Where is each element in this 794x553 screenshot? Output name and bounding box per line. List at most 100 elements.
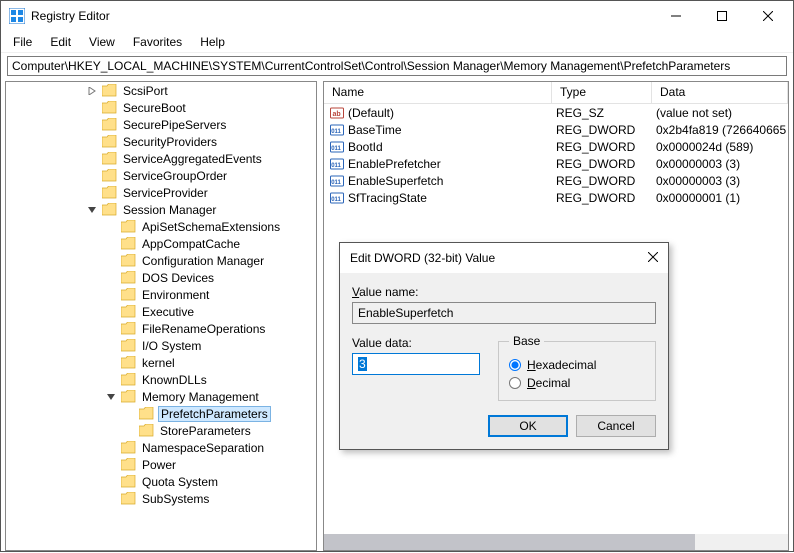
tree-node[interactable]: ServiceProvider [6,184,316,201]
address-input[interactable]: Computer\HKEY_LOCAL_MACHINE\SYSTEM\Curre… [7,56,787,76]
tree-scroll[interactable]: ScsiPortSecureBootSecurePipeServers Secur… [6,82,316,550]
chevron-icon[interactable] [86,206,98,214]
tree-node[interactable]: KnownDLLs [6,371,316,388]
horizontal-scrollbar[interactable] [324,534,788,550]
tree-node[interactable]: AppCompatCache [6,235,316,252]
tree-node-label: Quota System [140,475,220,489]
menu-favorites[interactable]: Favorites [125,33,190,51]
tree-node-label: DOS Devices [140,271,216,285]
col-data[interactable]: Data [652,82,788,103]
value-type: REG_DWORD [552,140,652,154]
tree-node[interactable]: ServiceGroupOrder [6,167,316,184]
col-type[interactable]: Type [552,82,652,103]
radio-hexadecimal-input[interactable] [509,359,521,371]
folder-icon [102,118,117,131]
table-row[interactable]: 011BootIdREG_DWORD0x0000024d (589) [324,138,788,155]
tree-node[interactable]: Executive [6,303,316,320]
tree-node[interactable]: Power [6,456,316,473]
tree-node[interactable]: kernel [6,354,316,371]
value-name: (Default) [348,106,394,120]
svg-text:011: 011 [331,146,341,152]
address-bar: Computer\HKEY_LOCAL_MACHINE\SYSTEM\Curre… [1,53,793,79]
folder-icon [121,390,136,403]
value-data-label: Value data: [352,334,480,350]
chevron-icon[interactable] [105,393,117,401]
tree-node[interactable]: ScsiPort [6,82,316,99]
menu-file[interactable]: File [5,33,40,51]
folder-icon [102,203,117,216]
dword-value-icon: 011 [330,140,344,154]
radio-hexadecimal[interactable]: Hexadecimal [509,358,645,372]
folder-icon [121,288,136,301]
maximize-button[interactable] [699,1,745,31]
tree-node[interactable]: I/O System [6,337,316,354]
tree-node-label: SecurityProviders [121,135,219,149]
tree-node[interactable]: Environment [6,286,316,303]
tree-node[interactable]: Session Manager [6,201,316,218]
tree-node[interactable]: SecurityProviders [6,133,316,150]
table-row[interactable]: 011EnablePrefetcherREG_DWORD0x00000003 (… [324,155,788,172]
menu-help[interactable]: Help [192,33,233,51]
table-row[interactable]: ab(Default)REG_SZ(value not set) [324,104,788,121]
tree-node[interactable]: NamespaceSeparation [6,439,316,456]
folder-icon [121,220,136,233]
svg-text:011: 011 [331,180,341,186]
tree-node[interactable]: Quota System [6,473,316,490]
tree-node[interactable]: PrefetchParameters [6,405,316,422]
window-title: Registry Editor [31,9,653,23]
tree-node-label: ServiceGroupOrder [121,169,229,183]
tree-node-label: FileRenameOperations [140,322,267,336]
value-name-field[interactable]: EnableSuperfetch [352,302,656,324]
dialog-title-bar[interactable]: Edit DWORD (32-bit) Value [340,243,668,273]
dialog-close-button[interactable] [618,251,658,265]
value-data: 0x0000024d (589) [652,140,788,154]
cancel-button[interactable]: Cancel [576,415,656,437]
dword-value-icon: 011 [330,157,344,171]
tree-node-label: StoreParameters [158,424,253,438]
value-data-input[interactable]: 3 [352,353,480,375]
tree-node-label: SubSystems [140,492,211,506]
value-name: EnableSuperfetch [348,174,443,188]
tree-node-label: Memory Management [140,390,261,404]
tree-node-label: KnownDLLs [140,373,209,387]
close-button[interactable] [745,1,791,31]
tree-node[interactable]: Configuration Manager [6,252,316,269]
table-row[interactable]: 011EnableSuperfetchREG_DWORD0x00000003 (… [324,172,788,189]
chevron-icon[interactable] [86,87,98,95]
tree-node[interactable]: SecureBoot [6,99,316,116]
tree-node[interactable]: SubSystems [6,490,316,507]
table-row[interactable]: 011SfTracingStateREG_DWORD0x00000001 (1) [324,189,788,206]
tree-node[interactable]: FileRenameOperations [6,320,316,337]
title-bar: Registry Editor [1,1,793,31]
tree-node[interactable]: StoreParameters [6,422,316,439]
minimize-button[interactable] [653,1,699,31]
list-header: Name Type Data [324,82,788,104]
tree-node-label: Configuration Manager [140,254,266,268]
value-data: 0x00000001 (1) [652,191,788,205]
table-row[interactable]: 011BaseTimeREG_DWORD0x2b4fa819 (72664066… [324,121,788,138]
folder-icon [121,271,136,284]
svg-text:011: 011 [331,197,341,203]
tree-node[interactable]: SecurePipeServers [6,116,316,133]
folder-icon [121,237,136,250]
folder-icon [139,407,154,420]
folder-icon [121,254,136,267]
tree-node[interactable]: ServiceAggregatedEvents [6,150,316,167]
radio-decimal-input[interactable] [509,377,521,389]
tree-node[interactable]: DOS Devices [6,269,316,286]
edit-dword-dialog: Edit DWORD (32-bit) Value Value name: En… [339,242,669,450]
base-group: Base Hexadecimal Decimal [498,334,656,401]
menu-view[interactable]: View [81,33,123,51]
folder-icon [121,441,136,454]
col-name[interactable]: Name [324,82,552,103]
folder-icon [102,152,117,165]
menu-edit[interactable]: Edit [42,33,79,51]
app-icon [9,8,25,24]
radio-decimal[interactable]: Decimal [509,376,645,390]
svg-text:ab: ab [333,111,341,118]
tree-node[interactable]: ApiSetSchemaExtensions [6,218,316,235]
ok-button[interactable]: OK [488,415,568,437]
tree-node-label: Executive [140,305,196,319]
tree-node[interactable]: Memory Management [6,388,316,405]
tree-pane: ScsiPortSecureBootSecurePipeServers Secur… [5,81,317,551]
